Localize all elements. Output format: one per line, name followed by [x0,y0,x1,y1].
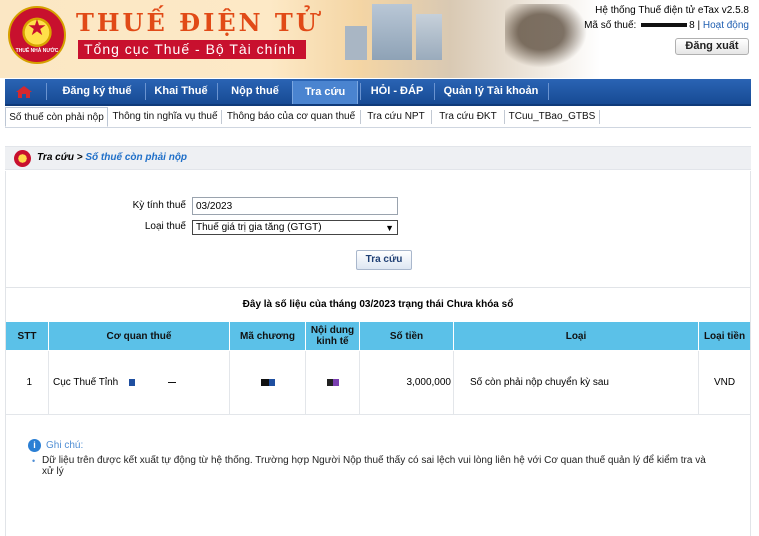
redacted-mark [332,378,339,386]
nav-separator [548,83,549,100]
tab-separator [221,110,222,124]
main-nav: Đăng ký thuế Khai Thuế Nộp thuế Tra cứu … [5,79,751,106]
nav-nop-thue[interactable]: Nộp thuế [219,79,291,104]
taxcode-row: Mã số thuế: 8 | Hoạt động [584,20,749,31]
breadcrumb-current: Số thuế còn phải nộp [85,152,188,163]
breadcrumb-separator: > [73,152,86,163]
cell-stt: 1 [5,350,49,415]
nav-khai-thue[interactable]: Khai Thuế [147,79,215,104]
breadcrumb-bar: Tra cứu > Số thuế còn phải nộp [5,146,751,170]
tree-illustration [505,4,595,74]
system-version: Hệ thống Thuế điện tử eTax v2.5.8 [595,5,749,16]
period-input[interactable] [192,197,398,215]
note-title: Ghi chú: [46,440,84,451]
redacted-mark [167,381,176,383]
header-meta: Hệ thống Thuế điện tử eTax v2.5.8 Mã số … [584,3,749,33]
nav-separator [46,83,47,100]
col-header-stt: STT [5,321,49,351]
col-header-economic-content: Nội dung kinh tế [305,321,360,351]
building-illustration [372,4,412,60]
col-header-amount: Số tiền [359,321,454,351]
tab-separator [431,110,432,124]
tab-separator [599,110,600,124]
col-header-currency: Loại tiền [698,321,751,351]
activity-link[interactable]: Hoạt động [703,20,749,31]
redacted-mark [268,378,275,386]
nav-separator [434,83,435,100]
tab-so-thue-con-phai-nop[interactable]: Số thuế còn phải nộp [5,107,108,127]
redacted-mark [260,378,269,386]
tab-thong-tin-nghia-vu-thue[interactable]: Thông tin nghĩa vụ thuế [111,107,219,127]
tax-type-value: Thuế giá trị gia tăng (GTGT) [196,222,322,233]
tab-tra-cuu-dkt[interactable]: Tra cứu ĐKT [434,107,502,127]
breadcrumb-root[interactable]: Tra cứu [37,152,74,163]
nav-separator [360,83,361,100]
breadcrumb: Tra cứu > Số thuế còn phải nộp [37,152,187,163]
taxcode-label: Mã số thuế: [584,20,637,31]
col-header-type: Loại [453,321,699,351]
nav-separator [145,83,146,100]
redacted-mark [129,378,136,386]
content-frame-border [5,287,6,536]
site-subtitle: Tổng cục Thuế - Bộ Tài chính [78,40,306,59]
tax-emblem-logo[interactable]: ★ THUẾ NHÀ NƯỚC [8,6,66,64]
taxcode-suffix: 8 [689,20,695,31]
nav-tra-cuu[interactable]: Tra cứu [292,81,358,104]
building-illustration [345,26,367,60]
header-banner: ★ THUẾ NHÀ NƯỚC THUẾ ĐIỆN TỬ Tổng cục Th… [0,0,600,78]
col-header-chapter: Mã chương [229,321,306,351]
tab-separator [504,110,505,124]
col-header-agency: Cơ quan thuế [48,321,230,351]
result-caption: Đây là số liệu của tháng 03/2023 trạng t… [5,287,751,321]
cell-type: Số còn phải nộp chuyển kỳ sau [453,350,699,415]
period-label: Kỳ tính thuế [132,200,186,211]
info-icon: i [28,439,41,452]
taxcode-redacted [641,23,688,28]
search-button[interactable]: Tra cứu [356,250,412,270]
tab-tcuu-tbao-gtbs[interactable]: TCuu_TBao_GTBS [507,107,597,127]
nav-separator [217,83,218,100]
nav-quan-ly-tai-khoan[interactable]: Quản lý Tài khoản [436,79,546,104]
cell-agency: Cục Thuế Tỉnh [48,350,230,415]
tax-type-label: Loại thuế [144,221,186,232]
cell-amount: 3,000,000 [359,350,454,415]
emblem-text: THUẾ NHÀ NƯỚC [15,48,59,54]
logout-button[interactable]: Đăng xuất [675,38,749,55]
emblem-icon [14,150,31,167]
cell-chapter [229,350,306,415]
tab-thong-bao-co-quan-thue[interactable]: Thông báo của cơ quan thuế [224,107,358,127]
tab-tra-cuu-npt[interactable]: Tra cứu NPT [363,107,429,127]
table-row: 1 Cục Thuế Tỉnh 3,000,000 Số còn phải nộ… [5,350,751,415]
cell-economic-content [305,350,360,415]
building-illustration [416,14,442,60]
note-text: Dữ liệu trên được kết xuất tự động từ hệ… [42,455,706,477]
emblem-star-icon: ★ [27,15,47,40]
cell-currency: VND [698,350,751,415]
site-title: THUẾ ĐIỆN TỬ [76,8,320,37]
nav-dang-ky-thue[interactable]: Đăng ký thuế [51,79,143,104]
bullet-icon: • [32,456,36,466]
site-header: ★ THUẾ NHÀ NƯỚC THUẾ ĐIỆN TỬ Tổng cục Th… [0,0,759,78]
tab-separator [360,110,361,124]
chevron-down-icon: ▼ [385,223,394,233]
home-icon[interactable] [15,85,33,99]
sub-nav: Số thuế còn phải nộp Thông tin nghĩa vụ … [5,107,751,128]
agency-name: Cục Thuế Tỉnh [53,377,119,388]
content-frame-border [750,287,751,536]
table-header-row: STT Cơ quan thuế Mã chương Nội dung kinh… [5,321,751,351]
search-form: Kỳ tính thuế Loại thuế Thuế giá trị gia … [5,171,751,287]
result-table: STT Cơ quan thuế Mã chương Nội dung kinh… [5,321,751,415]
tax-type-select[interactable]: Thuế giá trị gia tăng (GTGT) ▼ [192,220,398,235]
nav-hoi-dap[interactable]: HỎI - ĐÁP [362,79,432,104]
